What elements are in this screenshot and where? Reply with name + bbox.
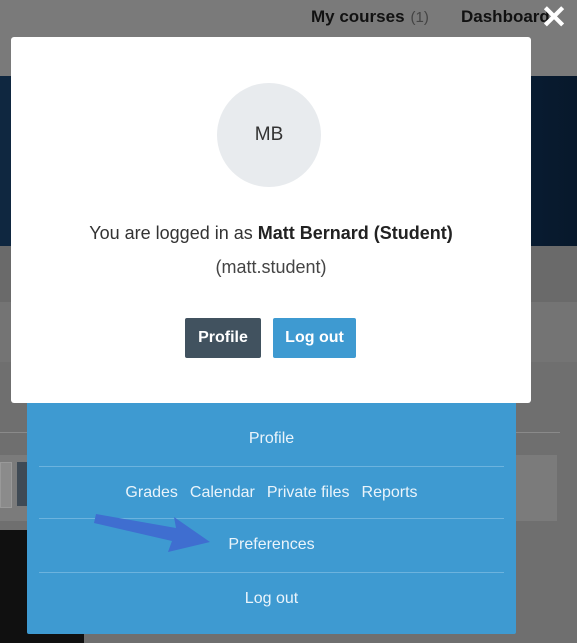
menu-item-grades[interactable]: Grades bbox=[125, 484, 177, 502]
avatar: MB bbox=[217, 83, 321, 187]
close-icon[interactable]: ✕ bbox=[537, 0, 571, 34]
arrow-right-icon bbox=[94, 514, 210, 552]
menu-item-logout[interactable]: Log out bbox=[39, 573, 504, 625]
user-display-name: Matt Bernard (Student) bbox=[257, 223, 453, 243]
logout-button[interactable]: Log out bbox=[273, 318, 356, 358]
menu-item-private-files[interactable]: Private files bbox=[267, 484, 350, 502]
user-info-modal: MB You are logged in as Matt Bernard (St… bbox=[11, 37, 531, 403]
background-button bbox=[0, 462, 12, 508]
menu-item-calendar[interactable]: Calendar bbox=[190, 484, 255, 502]
avatar-initials: MB bbox=[254, 124, 284, 145]
username: (matt.student) bbox=[215, 257, 327, 277]
my-courses-count-badge: (1) bbox=[410, 9, 429, 26]
menu-item-label: Log out bbox=[244, 590, 299, 607]
profile-button[interactable]: Profile bbox=[185, 318, 261, 358]
logged-in-prefix: You are logged in as bbox=[89, 223, 258, 243]
menu-item-label: Preferences bbox=[228, 536, 315, 553]
my-courses-link[interactable]: My courses (1) bbox=[311, 7, 429, 27]
menu-item-label: Profile bbox=[248, 430, 295, 447]
menu-item-reports[interactable]: Reports bbox=[362, 484, 418, 502]
logged-in-text: You are logged in as Matt Bernard (Stude… bbox=[11, 223, 531, 244]
menu-item-profile[interactable]: Profile bbox=[39, 413, 504, 465]
my-courses-label: My courses bbox=[311, 7, 405, 26]
